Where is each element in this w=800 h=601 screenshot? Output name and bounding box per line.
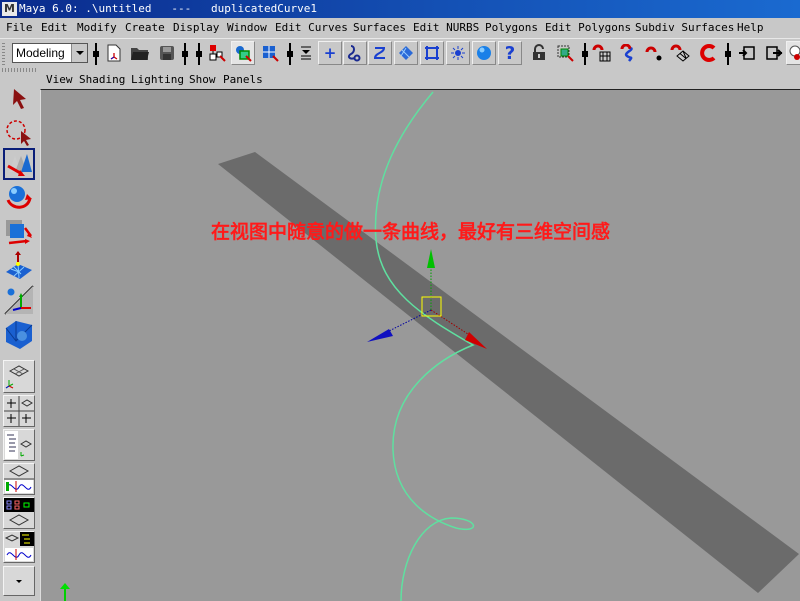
snap-point-magnet-icon[interactable] <box>642 41 666 65</box>
y-axis-arrow[interactable] <box>427 249 435 268</box>
window-title: Maya 6.0: .\untitled --- duplicatedCurve… <box>19 2 318 15</box>
menu-edit[interactable]: Edit <box>41 18 68 38</box>
sphere-icon[interactable] <box>472 41 496 65</box>
snap-to-grid-frame-icon[interactable] <box>420 41 444 65</box>
menu-surfaces[interactable]: Surfaces <box>353 18 406 38</box>
menu-help[interactable]: Help <box>737 18 764 38</box>
more-layouts-button[interactable] <box>3 566 35 596</box>
menu-edit-nurbs[interactable]: Edit NURBS <box>413 18 479 38</box>
menu-edit-curves[interactable]: Edit Curves <box>275 18 348 38</box>
select-highlight-icon[interactable] <box>553 41 577 65</box>
instruction-caption: 在视图中随意的做一条曲线，最好有三维空间感 <box>211 221 611 243</box>
select-tool-icon[interactable] <box>3 84 35 116</box>
help-question-icon[interactable]: ? <box>498 41 522 65</box>
chevron-down-icon[interactable] <box>71 44 87 62</box>
snap-curve-magnet-icon[interactable] <box>616 41 640 65</box>
panel-menu-lighting[interactable]: Lighting <box>131 72 184 88</box>
soft-mod-tool-icon[interactable] <box>3 250 35 282</box>
four-view-layout[interactable] <box>3 395 35 427</box>
menu-modify[interactable]: Modify <box>77 18 117 38</box>
hypergraph-perspective-layout[interactable] <box>3 497 35 529</box>
output-ops-icon[interactable] <box>762 41 786 65</box>
persp-outliner-graph-layout[interactable] <box>3 531 35 563</box>
snap-to-view-planes-icon[interactable] <box>394 41 418 65</box>
select-by-component-type-icon[interactable] <box>258 41 282 65</box>
new-scene-icon[interactable] <box>102 41 126 65</box>
last-tool-icon[interactable] <box>3 318 35 350</box>
title-bar: M Maya 6.0: .\untitled --- duplicatedCur… <box>0 0 800 18</box>
panel-menu-show[interactable]: Show <box>189 72 216 88</box>
menu-window[interactable]: Window <box>227 18 267 38</box>
mode-selector[interactable]: Modeling <box>12 43 88 63</box>
shelf-grip[interactable] <box>2 68 38 72</box>
snap-to-points-icon[interactable] <box>368 41 392 65</box>
manipulator-tool-icon[interactable] <box>3 284 35 316</box>
render-icon[interactable] <box>786 41 800 65</box>
lock-icon[interactable] <box>527 41 551 65</box>
menu-polygons[interactable]: Polygons <box>485 18 538 38</box>
status-line-toolbar: Modeling + ? <box>0 38 800 67</box>
menu-edit-polygons[interactable]: Edit Polygons <box>545 18 631 38</box>
z-axis-arrow[interactable] <box>367 329 393 342</box>
menu-bar: File Edit Modify Create Display Window E… <box>0 18 800 38</box>
snap-to-grid-icon[interactable]: + <box>318 41 342 65</box>
snap-grid-magnet-icon[interactable] <box>590 41 614 65</box>
menu-create[interactable]: Create <box>125 18 165 38</box>
toolbar-separator[interactable] <box>287 43 293 65</box>
single-perspective-layout[interactable] <box>3 360 35 393</box>
input-ops-icon[interactable] <box>735 41 759 65</box>
panel-menu-panels[interactable]: Panels <box>223 72 263 88</box>
live-magnet-icon[interactable] <box>697 41 721 65</box>
select-by-hierarchy-icon[interactable] <box>205 41 229 65</box>
mode-selector-value: Modeling <box>16 46 65 60</box>
toolbar-separator[interactable] <box>182 43 188 65</box>
scene-canvas <box>60 91 799 601</box>
menu-subdiv-surfaces[interactable]: Subdiv Surfaces <box>635 18 734 38</box>
toolbar-separator[interactable] <box>582 43 588 65</box>
move-tool-icon[interactable] <box>3 148 35 180</box>
menu-file[interactable]: File <box>6 18 33 38</box>
lasso-tool-icon[interactable] <box>3 116 35 148</box>
rotate-tool-icon[interactable] <box>3 182 35 214</box>
toolbar-separator[interactable] <box>196 43 202 65</box>
perspective-graph-layout[interactable] <box>3 463 35 495</box>
open-scene-icon[interactable] <box>128 41 152 65</box>
outliner-perspective-layout[interactable] <box>3 429 35 461</box>
toolbar-separator[interactable] <box>725 43 731 65</box>
panel-menu-view[interactable]: View <box>46 72 73 88</box>
selection-mask-menu-icon[interactable] <box>294 41 318 65</box>
perspective-viewport[interactable]: 在视图中随意的做一条曲线，最好有三维空间感 <box>40 89 800 601</box>
maya-logo-icon[interactable]: M <box>2 2 17 16</box>
toolbar-separator[interactable] <box>93 43 99 65</box>
toolbar-grip[interactable] <box>2 43 5 65</box>
toolbox <box>0 82 38 600</box>
save-scene-icon[interactable] <box>155 41 179 65</box>
make-live-icon[interactable] <box>446 41 470 65</box>
menu-display[interactable]: Display <box>173 18 219 38</box>
chevron-down-icon <box>16 580 22 583</box>
panel-menu-shading[interactable]: Shading <box>79 72 125 88</box>
select-by-object-type-icon[interactable] <box>231 41 255 65</box>
snap-to-curves-icon[interactable] <box>343 41 367 65</box>
snap-plane-magnet-icon[interactable] <box>668 41 692 65</box>
view-axis-icon <box>60 583 70 601</box>
scale-tool-icon[interactable] <box>3 216 35 248</box>
